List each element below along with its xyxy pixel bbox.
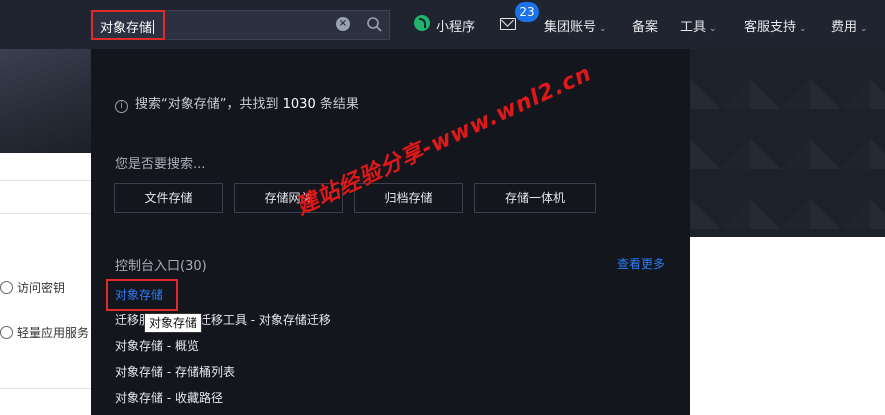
suggestion-label: 您是否要搜索... — [115, 157, 206, 172]
divider — [0, 388, 91, 389]
search-icon[interactable] — [366, 16, 382, 32]
result-item[interactable]: 对象存储 - 收藏路径 — [115, 389, 223, 406]
divider — [0, 180, 91, 181]
hero-decoration — [0, 49, 91, 153]
tooltip: 对象存储 — [144, 313, 203, 333]
chevron-down-icon: ⌄ — [799, 24, 807, 34]
nav-filing[interactable]: 备案 — [632, 16, 658, 35]
suggestion-chip[interactable]: 文件存储 — [114, 183, 223, 213]
key-icon — [0, 281, 13, 294]
mini-program-icon[interactable] — [414, 15, 430, 31]
nav-billing[interactable]: 费用 ⌄ — [831, 16, 868, 35]
clear-icon[interactable]: × — [336, 17, 350, 31]
sidebar-item-lighthouse[interactable]: 轻量应用服务 — [0, 324, 89, 341]
mail-badge: 23 — [515, 2, 539, 22]
search-dropdown: i 搜索“对象存储”，共找到 1030 条结果 您是否要搜索... 文件存储 存储… — [91, 49, 690, 415]
server-icon — [0, 326, 13, 339]
nav-group-account[interactable]: 集团账号 ⌄ — [544, 16, 607, 35]
chevron-down-icon: ⌄ — [860, 24, 868, 34]
result-item[interactable]: 对象存储 - 存储桶列表 — [115, 363, 235, 380]
nav-mini-program[interactable]: 小程序 — [436, 16, 475, 35]
divider — [0, 213, 91, 214]
view-more-link[interactable]: 查看更多 — [617, 255, 665, 272]
suggestion-chip[interactable]: 存储一体机 — [474, 183, 596, 213]
hero-decoration — [690, 49, 885, 237]
info-icon: i — [115, 100, 128, 113]
highlight-box — [91, 10, 165, 40]
nav-support[interactable]: 客服支持 ⌄ — [744, 16, 807, 35]
highlight-box — [106, 279, 178, 311]
sidebar-item-access-key[interactable]: 访问密钥 — [0, 279, 65, 296]
page-content-right — [690, 237, 885, 415]
nav-tools[interactable]: 工具 ⌄ — [680, 16, 717, 35]
result-item[interactable]: 对象存储 - 概览 — [115, 337, 199, 354]
search-summary: i 搜索“对象存储”，共找到 1030 条结果 — [115, 93, 359, 113]
console-entry-label: 控制台入口(30) — [115, 259, 207, 274]
mail-icon[interactable] — [500, 18, 516, 30]
chevron-down-icon: ⌄ — [599, 24, 607, 34]
chevron-down-icon: ⌄ — [709, 24, 717, 34]
